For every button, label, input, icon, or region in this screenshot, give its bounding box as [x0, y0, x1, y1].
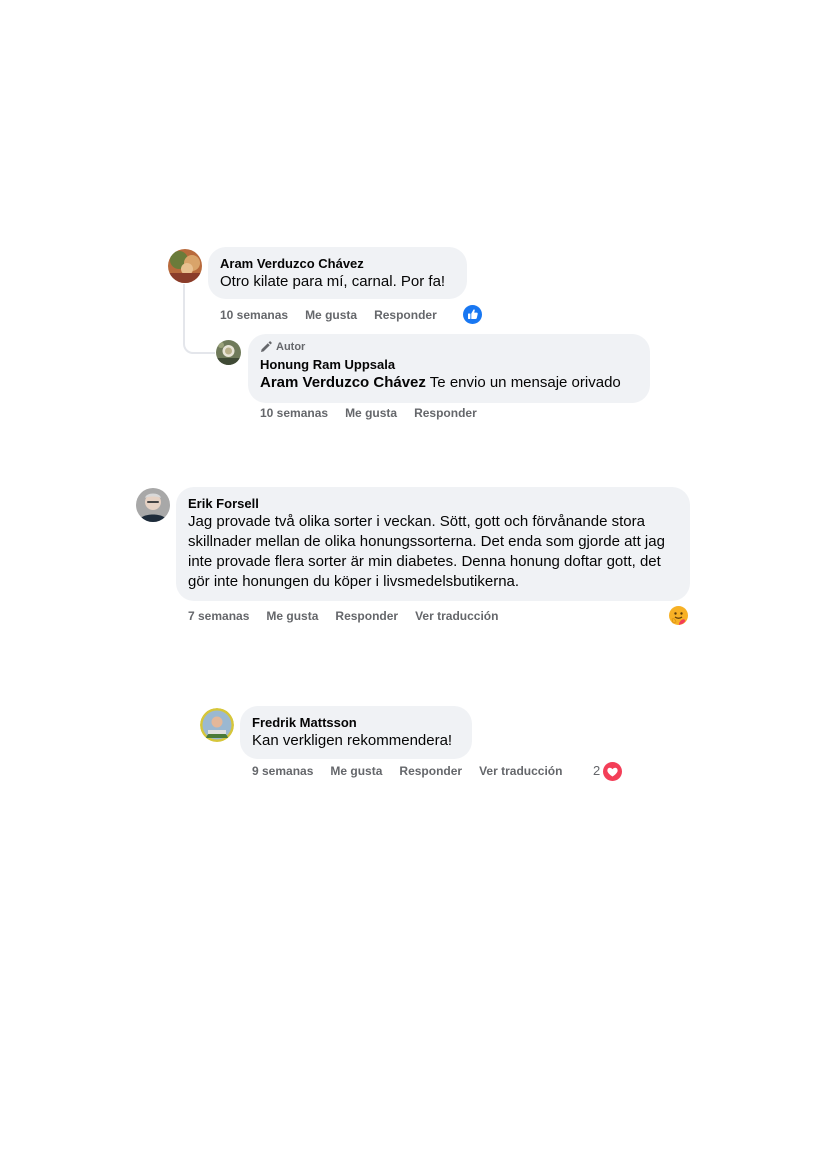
- reaction-count[interactable]: 2: [593, 763, 600, 778]
- pencil-icon: [261, 341, 272, 352]
- like-button[interactable]: Me gusta: [330, 764, 382, 778]
- love-icon[interactable]: [603, 762, 622, 781]
- reply-author[interactable]: Honung Ram Uppsala: [260, 356, 638, 373]
- like-button[interactable]: Me gusta: [305, 308, 357, 322]
- comment-actions: 7 semanas Me gusta Responder Ver traducc…: [188, 608, 515, 624]
- comment-author[interactable]: Erik Forsell: [188, 495, 678, 512]
- comment-bubble: Erik Forsell Jag provade två olika sorte…: [176, 487, 690, 601]
- comment-author[interactable]: Aram Verduzco Chávez: [220, 255, 455, 272]
- like-button[interactable]: Me gusta: [345, 406, 397, 420]
- reply-text: Aram Verduzco Chávez Te envio un mensaje…: [260, 373, 638, 393]
- reply-button[interactable]: Responder: [414, 406, 477, 420]
- comment-bubble: Fredrik Mattsson Kan verkligen rekommend…: [240, 706, 472, 759]
- author-badge-label: Autor: [276, 341, 306, 353]
- comment-timestamp[interactable]: 10 semanas: [220, 308, 288, 322]
- reply-button[interactable]: Responder: [399, 764, 462, 778]
- comment-text: Kan verkligen rekommendera!: [252, 732, 453, 749]
- avatar[interactable]: [200, 708, 234, 742]
- author-badge: Autor: [260, 340, 638, 354]
- reply-button[interactable]: Responder: [374, 308, 437, 322]
- comment-text: Jag provade två olika sorter i veckan. S…: [188, 513, 665, 590]
- avatar-image: [168, 249, 202, 283]
- like-icon[interactable]: [463, 305, 482, 324]
- avatar[interactable]: [216, 340, 241, 365]
- reply-bubble: Autor Honung Ram Uppsala Aram Verduzco C…: [248, 334, 650, 403]
- comment-timestamp[interactable]: 7 semanas: [188, 609, 249, 623]
- comment-actions: 10 semanas Me gusta Responder: [220, 307, 454, 323]
- reply-thread-line: [183, 284, 215, 354]
- avatar[interactable]: [168, 249, 202, 283]
- comment-text: Otro kilate para mí, carnal. Por fa!: [220, 273, 446, 290]
- reply-message: Te envio un mensaje orivado: [425, 374, 621, 391]
- reply-button[interactable]: Responder: [335, 609, 398, 623]
- comment-timestamp[interactable]: 9 semanas: [252, 764, 313, 778]
- comment-bubble: Aram Verduzco Chávez Otro kilate para mí…: [208, 247, 467, 299]
- translate-button[interactable]: Ver traducción: [479, 764, 562, 778]
- mention-link[interactable]: Aram Verduzco Chávez: [260, 374, 426, 391]
- reply-timestamp[interactable]: 10 semanas: [260, 406, 328, 420]
- reply-actions: 10 semanas Me gusta Responder: [260, 405, 494, 421]
- comment-author[interactable]: Fredrik Mattsson: [252, 714, 460, 731]
- avatar-image: [136, 488, 170, 522]
- like-button[interactable]: Me gusta: [266, 609, 318, 623]
- avatar-image: [216, 340, 241, 365]
- avatar[interactable]: [136, 488, 170, 522]
- avatar-image: [200, 708, 234, 742]
- care-icon[interactable]: [669, 606, 688, 625]
- comment-actions: 9 semanas Me gusta Responder Ver traducc…: [252, 763, 579, 779]
- translate-button[interactable]: Ver traducción: [415, 609, 498, 623]
